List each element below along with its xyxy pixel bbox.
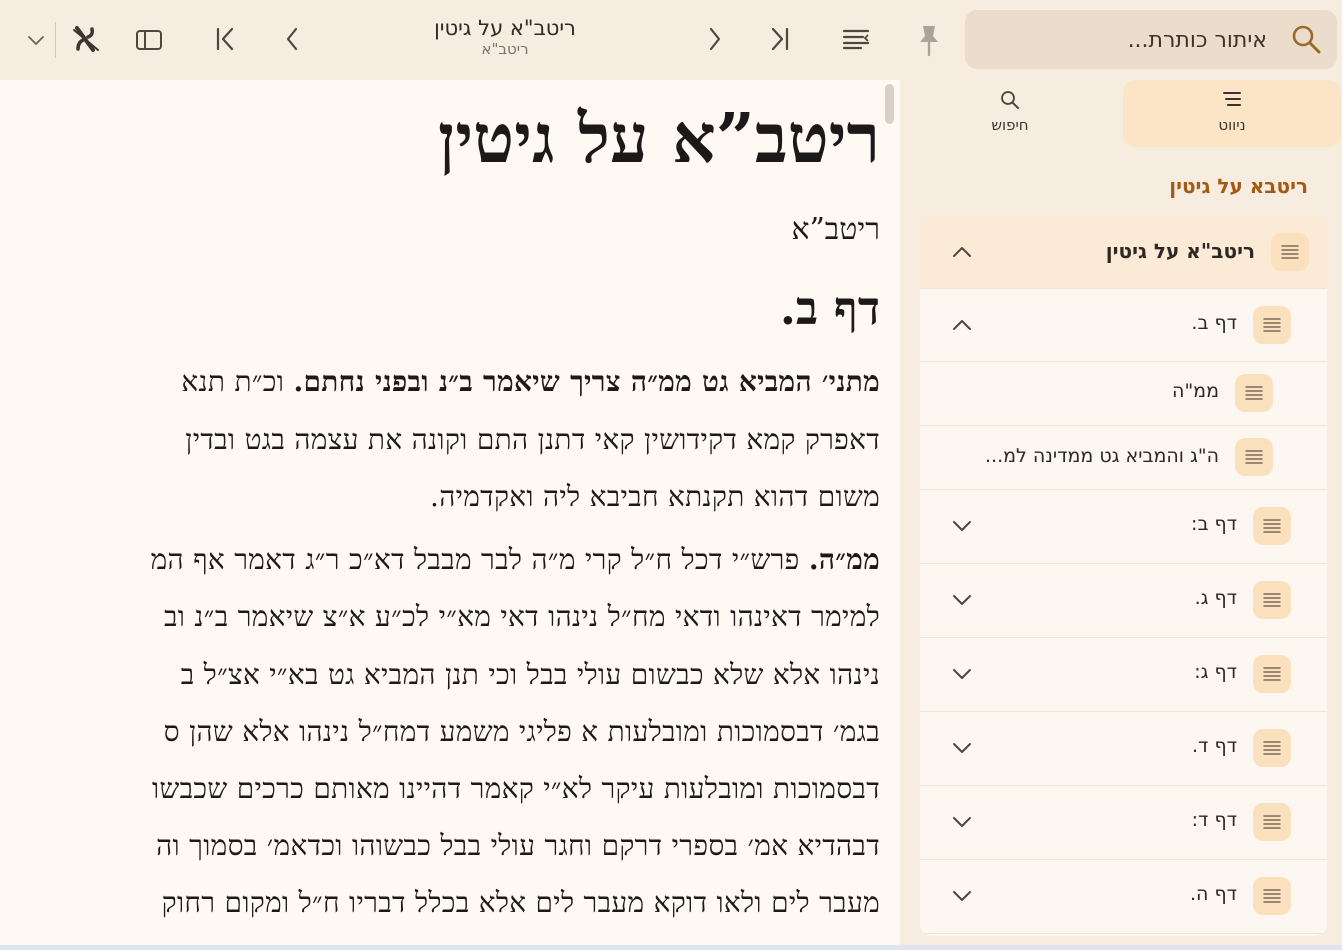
text-line: נינהו אלא שלא כבשום עולי בבל וכי תנן המב…: [180, 658, 880, 691]
book-title-block: ריטב"א על גיטין ריטב"א: [400, 14, 610, 58]
search-icon: [940, 89, 1080, 111]
reader-pane[interactable]: ריטב”א על גיטין ריטב”א דף ב. מתני׳ המביא…: [0, 80, 900, 946]
chevron-down-icon[interactable]: [24, 28, 48, 52]
text-line: בגמ׳ דבסמוכות ומובלעות א פליגי משמע דמח״…: [163, 715, 880, 748]
toc-label: ריטב"א על גיטין: [1105, 239, 1255, 263]
search-input[interactable]: [975, 22, 1269, 58]
toc-label: דף ד.: [1192, 735, 1237, 757]
next-icon[interactable]: [701, 25, 729, 53]
toc-list-icon: [1253, 306, 1291, 344]
text-line: ממ״ה. פרש״י דכל ח״ל קרי מ״ה לבר מבבל דא״…: [150, 543, 880, 576]
toc-label: ה"ג והמביא גט ממדינה למ...: [985, 445, 1219, 467]
tab-navigation[interactable]: ניווט: [1123, 80, 1341, 147]
chevron-up-icon[interactable]: [950, 240, 974, 264]
chevron-down-icon[interactable]: [950, 588, 974, 612]
toc-row[interactable]: דף ה.: [920, 859, 1327, 934]
toc-row[interactable]: ה"ג והמביא גט ממדינה למ...: [920, 425, 1327, 490]
last-page-icon[interactable]: [765, 24, 795, 54]
chevron-down-icon[interactable]: [950, 810, 974, 834]
toc-row[interactable]: דף ג:: [920, 637, 1327, 712]
toc-list-icon: [1235, 438, 1273, 476]
text-line: דבסמוכות ומובלעות עיקר לא״י קאמר דהיינו …: [152, 772, 880, 805]
text-line: דאפרק קמא דקידושין קאי דתנן התם וקונה את…: [185, 423, 880, 456]
toc-label: דף ג:: [1194, 661, 1237, 683]
toc-list-icon: [1253, 877, 1291, 915]
toc-row-book[interactable]: ריטב"א על גיטין: [920, 216, 1327, 289]
toolbar-divider: [55, 22, 56, 58]
toc-list-icon: [1271, 233, 1309, 271]
toc-list-icon: [1253, 729, 1291, 767]
previous-icon[interactable]: [278, 25, 306, 53]
list-icon: [1123, 89, 1341, 109]
text-line: מתני׳ המביא גט ממ״ה צריך שיאמר ב״נ ובפני…: [181, 365, 880, 398]
toc-list-icon: [1253, 655, 1291, 693]
toolbar-title: ריטב"א על גיטין: [434, 16, 576, 40]
reader-scrollbar[interactable]: [885, 84, 894, 124]
chevron-down-icon[interactable]: [950, 884, 974, 908]
toc-list-icon: [1253, 581, 1291, 619]
tab-navigation-label: ניווט: [1218, 116, 1246, 134]
chevron-down-icon[interactable]: [950, 514, 974, 538]
toc-label: דף ב.: [1191, 312, 1237, 334]
text-align-icon[interactable]: [840, 25, 872, 53]
toc-row[interactable]: דף ד.: [920, 711, 1327, 786]
toc-row[interactable]: ממ"ה: [920, 361, 1327, 426]
font-toggle-aleph-icon[interactable]: [70, 22, 102, 56]
sidebar-toggle-icon[interactable]: [134, 26, 164, 54]
chevron-down-icon[interactable]: [950, 662, 974, 686]
sidebar-book-name: ריטבא על גיטין: [1169, 174, 1308, 198]
toolbar-subtitle: ריטב"א: [481, 40, 529, 58]
sidebar: ניווט חיפוש ריטבא על גיטין ריטב"א על גיט…: [900, 80, 1342, 946]
search-bar: [965, 10, 1337, 69]
toc-list: ריטב"א על גיטין דף ב. ממ"ה ה"ג והמביא גט…: [920, 216, 1327, 936]
text-line: מעבר לים ולאו דוקא מעבר לים אלא בכלל דבר…: [161, 886, 880, 919]
toc-row[interactable]: דף ג.: [920, 563, 1327, 638]
text-line: משום דהוא תקנתא חביבא ליה ואקדמיה.: [430, 480, 880, 513]
toc-label: דף ג.: [1194, 587, 1237, 609]
text-line: דבהדיא אמ׳ בספרי דרקם וחגר עולי בבל כבשו…: [156, 829, 880, 862]
tab-search-label: חיפוש: [991, 116, 1029, 134]
toc-list-icon: [1253, 803, 1291, 841]
toc-label: דף ב:: [1191, 513, 1237, 535]
tab-search[interactable]: חיפוש: [940, 80, 1080, 147]
daf-heading: דף ב.: [779, 281, 880, 335]
window-bottom-edge: [0, 945, 1342, 950]
toc-row[interactable]: דף ד:: [920, 785, 1327, 860]
toc-label: דף ד:: [1191, 809, 1237, 831]
chevron-down-icon[interactable]: [950, 736, 974, 760]
pin-icon[interactable]: [913, 22, 945, 58]
author-heading: ריטב”א: [791, 212, 880, 247]
chevron-up-icon[interactable]: [950, 313, 974, 337]
toc-label: ממ"ה: [1172, 380, 1219, 402]
toc-row[interactable]: דף ב:: [920, 489, 1327, 564]
toc-row[interactable]: דף ב.: [920, 288, 1327, 362]
first-page-icon[interactable]: [210, 24, 240, 54]
toc-label: דף ה.: [1189, 883, 1237, 905]
toc-list-icon: [1235, 374, 1273, 412]
toc-list-icon: [1253, 507, 1291, 545]
toolbar: ריטב"א על גיטין ריטב"א: [0, 0, 1342, 80]
search-icon[interactable]: [1289, 22, 1323, 56]
book-heading: ריטב”א על גיטין: [438, 99, 880, 179]
text-line: למימר דאינהו ודאי מח״ל נינהו דאי מא״י לכ…: [163, 600, 880, 633]
